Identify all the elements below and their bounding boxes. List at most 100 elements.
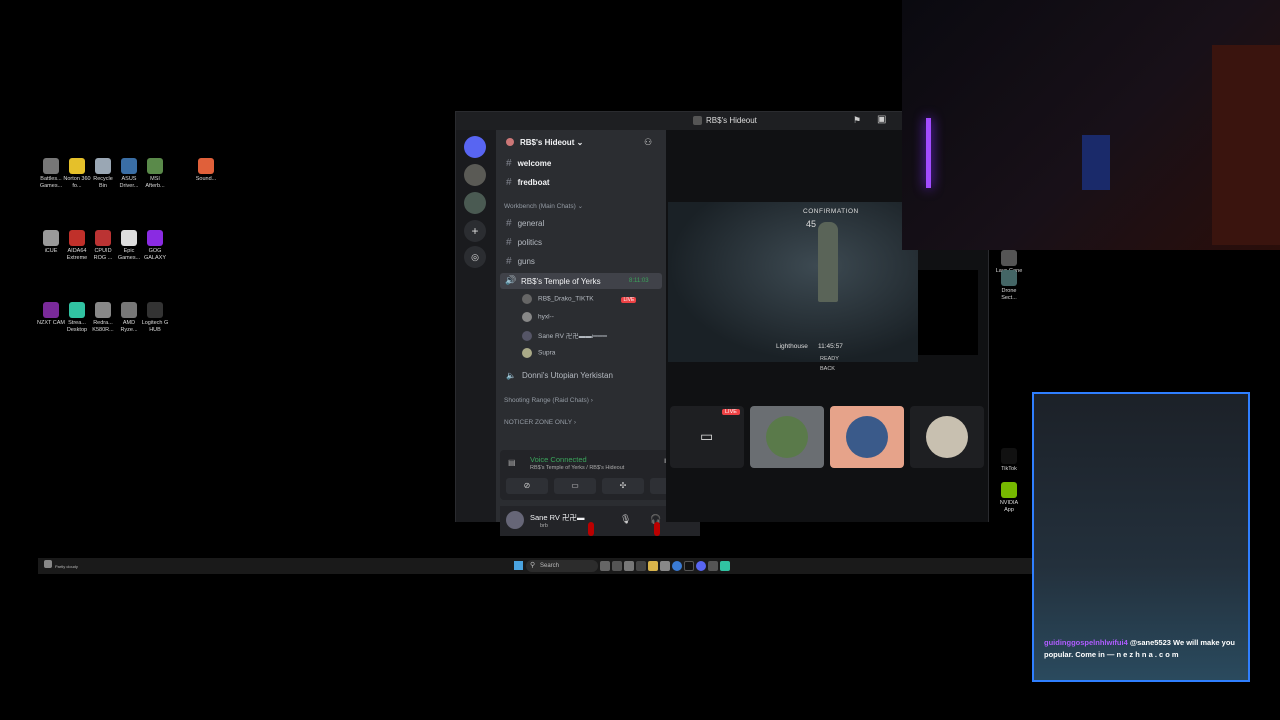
battlenet-icon (43, 158, 59, 174)
stream-video[interactable]: CONFIRMATION 45 Lighthouse 11:45:57 READ… (668, 202, 918, 362)
taskbar-app-icon[interactable] (636, 561, 646, 571)
webcam-overlay (902, 0, 1280, 250)
channel-politics[interactable]: # politics (506, 237, 542, 248)
server-rail: + ◎ (456, 130, 496, 522)
server-avatar[interactable] (464, 164, 486, 186)
desktop-shortcut[interactable]: AIDA64 Extreme (63, 230, 91, 261)
server-icon (693, 116, 702, 125)
stream-tile-live[interactable]: LIVE ▭ (670, 406, 744, 468)
redragon-icon (95, 302, 111, 318)
location-label: Lighthouse (776, 343, 808, 350)
category-noticer[interactable]: NOTICER ZONE ONLY › (504, 419, 576, 426)
desktop-shortcut[interactable]: Logitech G HUB (141, 302, 169, 333)
file-explorer-icon[interactable] (648, 561, 658, 571)
stream-count: 45 (806, 219, 817, 229)
desktop-shortcut[interactable]: Battles... Games... (37, 158, 65, 189)
taskbar-app-icon[interactable] (660, 561, 670, 571)
participant-tile[interactable] (910, 406, 984, 468)
desktop-shortcut[interactable]: MSI Afterb... (141, 158, 169, 189)
flag-icon[interactable]: ⚑ (853, 115, 861, 126)
desktop-shortcut[interactable]: iCUE (37, 230, 65, 255)
desktop-shortcut[interactable]: TikTok (995, 448, 1023, 473)
streamlabs-icon (69, 302, 85, 318)
desktop-shortcut[interactable]: CPUID ROG ... (89, 230, 117, 261)
icue-icon (43, 230, 59, 246)
desktop-shortcut[interactable]: NVIDIA App (995, 482, 1023, 513)
back-label: BACK (820, 366, 835, 372)
weather-label: Partly cloudy (55, 564, 78, 569)
weather-icon (44, 560, 52, 568)
red-accent (654, 522, 660, 536)
search-icon: ⚲ (530, 562, 536, 569)
category-raid[interactable]: Shooting Range (Raid Chats) › (504, 397, 593, 404)
voice-channel-2[interactable]: 🔈 Donni's Utopian Yerkistan (506, 371, 613, 380)
shortcut-label: TikTok (1001, 466, 1017, 472)
stream-dark-panel (918, 270, 978, 355)
taskbar-app-icon[interactable] (612, 561, 622, 571)
speaker-icon: 🔈 (506, 371, 516, 380)
shortcut-label: Strea... Desktop (66, 320, 88, 333)
voice-user[interactable]: Supra (522, 348, 555, 358)
participant-tile[interactable] (750, 406, 824, 468)
desktop-shortcut[interactable]: NZXT CAM (37, 302, 65, 327)
avatar (846, 416, 888, 458)
add-member-icon[interactable]: ⚇ (644, 137, 652, 148)
desktop-shortcut[interactable]: Sound... (192, 158, 220, 183)
hash-icon: # (506, 237, 512, 248)
shortcut-label: iCUE (44, 248, 58, 254)
channel-guns[interactable]: # guns (506, 256, 535, 267)
server-avatar[interactable] (464, 192, 486, 214)
activities-button[interactable]: ✣ (602, 478, 644, 494)
microphone-icon[interactable]: 🎙 (620, 514, 631, 525)
start-icon[interactable] (514, 561, 523, 570)
screen-share-button[interactable]: ▭ (554, 478, 596, 494)
channel-welcome[interactable]: # welcome (506, 158, 551, 169)
camera-off-button[interactable]: ⊘ (506, 478, 548, 494)
hash-icon: # (506, 158, 512, 169)
taskbar: Partly cloudy ⚲ Search (38, 558, 1032, 574)
desktop-shortcut[interactable]: Norton 360 fo... (63, 158, 91, 189)
browser-icon[interactable] (672, 561, 682, 571)
channel-fredboat[interactable]: # fredboat (506, 177, 550, 188)
taskbar-app-icon[interactable] (684, 561, 694, 571)
participant-tile[interactable] (830, 406, 904, 468)
desktop-shortcut[interactable]: Drone Sect... (995, 270, 1023, 301)
channel-list: RB$'s Hideout ⌄ ⚇ # welcome # fredboat Wor… (496, 130, 700, 536)
avatar[interactable] (506, 511, 524, 529)
gog-icon (147, 230, 163, 246)
voice-user[interactable]: RB$_Drako_TIKTK LIVE (522, 294, 637, 304)
avatar (766, 416, 808, 458)
desktop-shortcut[interactable]: GOG GALAXY (141, 230, 169, 261)
desktop-shortcut[interactable]: Redra... K580R... (89, 302, 117, 333)
search-box[interactable]: ⚲ Search (526, 560, 598, 572)
ready-label: READY (820, 356, 839, 362)
shortcut-label: Sound... (195, 176, 217, 182)
voice-user[interactable]: hyxl-- (522, 312, 554, 322)
inbox-icon[interactable]: ▣ (877, 114, 886, 125)
desktop-shortcut[interactable]: Epic Games... (115, 230, 143, 261)
monitor-icon: ▭ (700, 428, 714, 444)
discover-icon[interactable]: ◎ (464, 246, 486, 268)
desktop-shortcut[interactable]: Strea... Desktop (63, 302, 91, 333)
shortcut-label: Recycle Bin (93, 176, 113, 189)
hash-icon: # (506, 177, 512, 188)
voice-user[interactable]: Sane RV 卍卍▬▬ι═══ (522, 330, 607, 342)
desktop-shortcut[interactable]: AMD Ryze... (115, 302, 143, 333)
nvidia-icon (1001, 482, 1017, 498)
taskbar-app-icon[interactable] (708, 561, 718, 571)
voice-channel-active[interactable]: 🔊 RB$'s Temple of Yerks 8:11:03 (500, 273, 662, 289)
add-server-icon[interactable]: + (464, 220, 486, 242)
taskbar-app-icon[interactable] (624, 561, 634, 571)
server-name[interactable]: RB$'s Hideout ⌄ (520, 138, 583, 147)
live-badge: LIVE (621, 296, 637, 303)
discord-home-icon[interactable] (464, 136, 486, 158)
discord-taskbar-icon[interactable] (696, 561, 706, 571)
taskbar-app-icon[interactable] (600, 561, 610, 571)
desktop-shortcut[interactable]: ASUS Driver... (115, 158, 143, 189)
channel-general[interactable]: # general (506, 218, 544, 229)
avatar (926, 416, 968, 458)
streamlabs-taskbar-icon[interactable] (720, 561, 730, 571)
norton-icon (69, 158, 85, 174)
category-main[interactable]: Workbench (Main Chats) ⌄ (504, 202, 583, 210)
desktop-shortcut[interactable]: Recycle Bin (89, 158, 117, 189)
